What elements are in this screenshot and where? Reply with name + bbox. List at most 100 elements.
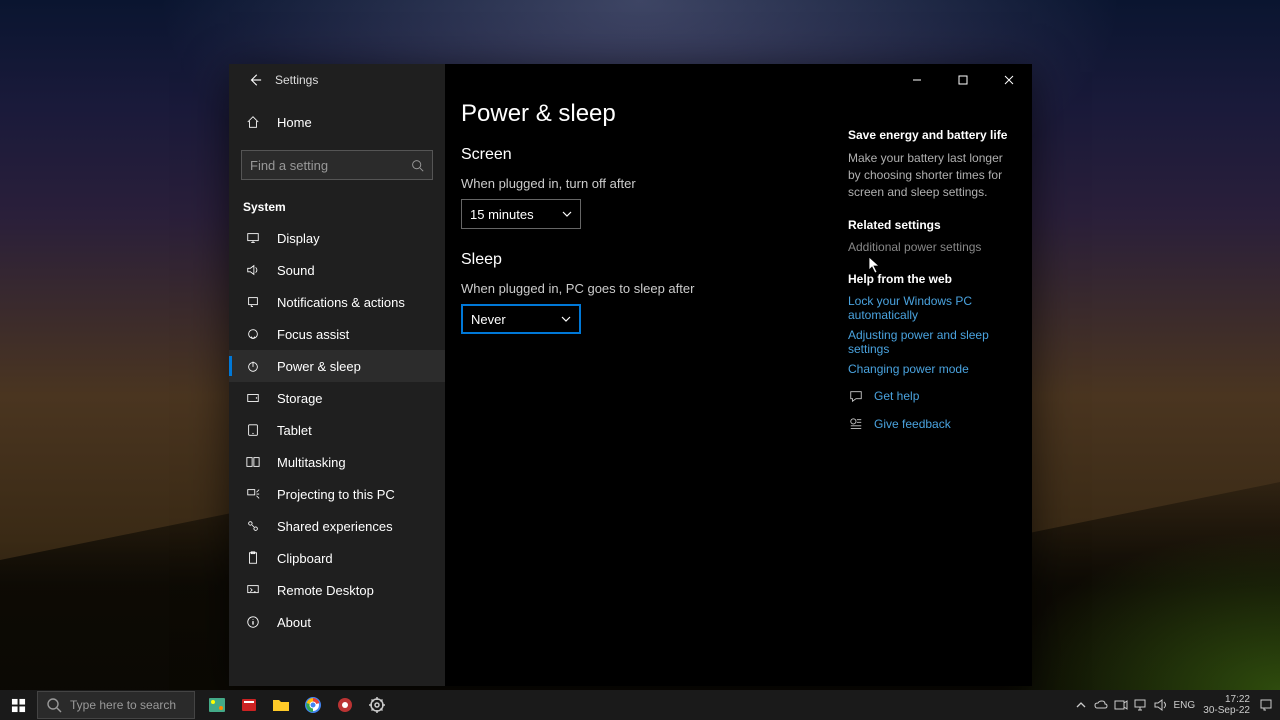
notifications-icon xyxy=(243,292,263,312)
titlebar: Settings xyxy=(229,64,445,96)
nav-item-power[interactable]: Power & sleep xyxy=(229,350,445,382)
give-feedback-row[interactable]: Give feedback xyxy=(848,416,1018,432)
close-button[interactable] xyxy=(986,64,1032,96)
nav-item-label: Projecting to this PC xyxy=(277,487,395,502)
home-button[interactable]: Home xyxy=(229,102,445,142)
webhelp-link[interactable]: Adjusting power and sleep settings xyxy=(848,328,1018,356)
system-tray: ENG 17:22 30-Sep-22 xyxy=(1071,692,1280,718)
related-title: Related settings xyxy=(848,218,1018,232)
taskbar-search[interactable]: Type here to search xyxy=(37,691,195,719)
screen-heading: Screen xyxy=(461,146,832,164)
maximize-button[interactable] xyxy=(940,64,986,96)
start-button[interactable] xyxy=(0,690,36,720)
back-arrow-icon xyxy=(248,73,262,87)
nav-item-shared[interactable]: Shared experiences xyxy=(229,510,445,542)
taskbar-pinned-app[interactable] xyxy=(234,690,264,720)
screen-timeout-dropdown[interactable]: 15 minutes xyxy=(461,199,581,229)
remote-icon xyxy=(243,580,263,600)
nav-item-label: Remote Desktop xyxy=(277,583,374,598)
main-content: Power & sleep Screen When plugged in, tu… xyxy=(445,64,1032,686)
nav-item-notifications[interactable]: Notifications & actions xyxy=(229,286,445,318)
file-explorer-button[interactable] xyxy=(266,690,296,720)
nav-item-label: Notifications & actions xyxy=(277,295,405,310)
sleep-timeout-value: Never xyxy=(471,312,506,327)
nav-item-label: Display xyxy=(277,231,320,246)
taskbar-search-placeholder: Type here to search xyxy=(70,698,176,712)
desktop-wallpaper-grass xyxy=(1000,530,1280,690)
window-title: Settings xyxy=(275,73,318,87)
display-icon xyxy=(243,228,263,248)
tray-clock[interactable]: 17:22 30-Sep-22 xyxy=(1197,694,1256,716)
nav-item-focus[interactable]: Focus assist xyxy=(229,318,445,350)
projecting-icon xyxy=(243,484,263,504)
energy-title: Save energy and battery life xyxy=(848,128,1018,142)
windows-icon xyxy=(11,698,26,713)
additional-power-settings-link[interactable]: Additional power settings xyxy=(848,240,1018,254)
power-icon xyxy=(243,356,263,376)
get-help-link[interactable]: Get help xyxy=(874,389,919,403)
nav-item-projecting[interactable]: Projecting to this PC xyxy=(229,478,445,510)
nav-item-label: Multitasking xyxy=(277,455,346,470)
window-controls xyxy=(894,64,1032,96)
webhelp-link[interactable]: Lock your Windows PC automatically xyxy=(848,294,1018,322)
chat-icon xyxy=(848,388,864,404)
minimize-button[interactable] xyxy=(894,64,940,96)
settings-window: Settings Home Find a setting System Disp… xyxy=(229,64,1032,686)
search-icon xyxy=(46,697,62,713)
content-area: Power & sleep Screen When plugged in, tu… xyxy=(461,100,832,686)
tray-chevron-up[interactable] xyxy=(1071,692,1091,718)
settings-taskbar-button[interactable] xyxy=(362,690,392,720)
screen-timeout-value: 15 minutes xyxy=(470,207,534,222)
sleep-heading: Sleep xyxy=(461,251,832,269)
tray-network-icon[interactable] xyxy=(1131,692,1151,718)
nav-item-display[interactable]: Display xyxy=(229,222,445,254)
mouse-cursor xyxy=(866,256,880,274)
nav-item-clipboard[interactable]: Clipboard xyxy=(229,542,445,574)
gear-icon xyxy=(369,697,385,713)
taskbar-pinned-app[interactable] xyxy=(202,690,232,720)
nav-item-storage[interactable]: Storage xyxy=(229,382,445,414)
sleep-timeout-dropdown[interactable]: Never xyxy=(461,304,581,334)
back-button[interactable] xyxy=(241,66,269,94)
nav-item-tablet[interactable]: Tablet xyxy=(229,414,445,446)
nav-item-about[interactable]: About xyxy=(229,606,445,638)
aside-panel: Save energy and battery life Make your b… xyxy=(848,128,1018,436)
give-feedback-link[interactable]: Give feedback xyxy=(874,417,951,431)
tray-onedrive-icon[interactable] xyxy=(1091,692,1111,718)
chevron-down-icon xyxy=(561,314,571,324)
sound-icon xyxy=(243,260,263,280)
tray-time: 17:22 xyxy=(1203,694,1250,705)
taskbar-app[interactable] xyxy=(330,690,360,720)
feedback-icon xyxy=(848,416,864,432)
home-icon xyxy=(243,112,263,132)
multitasking-icon xyxy=(243,452,263,472)
search-input[interactable]: Find a setting xyxy=(241,150,433,180)
nav-item-label: About xyxy=(277,615,311,630)
energy-text: Make your battery last longer by choosin… xyxy=(848,150,1018,200)
nav-item-multitasking[interactable]: Multitasking xyxy=(229,446,445,478)
tray-date: 30-Sep-22 xyxy=(1203,705,1250,716)
page-title: Power & sleep xyxy=(461,100,832,128)
shared-icon xyxy=(243,516,263,536)
taskbar-apps xyxy=(201,690,393,720)
folder-icon xyxy=(272,697,290,713)
nav-item-label: Focus assist xyxy=(277,327,349,342)
tray-meet-now-icon[interactable] xyxy=(1111,692,1131,718)
sleep-label: When plugged in, PC goes to sleep after xyxy=(461,281,832,296)
webhelp-link[interactable]: Changing power mode xyxy=(848,362,1018,376)
nav-item-sound[interactable]: Sound xyxy=(229,254,445,286)
taskbar: Type here to search ENG 17:22 30-Sep-22 xyxy=(0,690,1280,720)
category-header: System xyxy=(229,188,445,222)
tray-language[interactable]: ENG xyxy=(1171,692,1197,718)
sidebar: Settings Home Find a setting System Disp… xyxy=(229,64,445,686)
nav-item-label: Power & sleep xyxy=(277,359,361,374)
nav-item-label: Clipboard xyxy=(277,551,333,566)
get-help-row[interactable]: Get help xyxy=(848,388,1018,404)
nav-item-label: Sound xyxy=(277,263,315,278)
tray-notifications-icon[interactable] xyxy=(1256,692,1276,718)
storage-icon xyxy=(243,388,263,408)
nav-item-remote[interactable]: Remote Desktop xyxy=(229,574,445,606)
tray-volume-icon[interactable] xyxy=(1151,692,1171,718)
chrome-button[interactable] xyxy=(298,690,328,720)
nav-item-label: Tablet xyxy=(277,423,312,438)
